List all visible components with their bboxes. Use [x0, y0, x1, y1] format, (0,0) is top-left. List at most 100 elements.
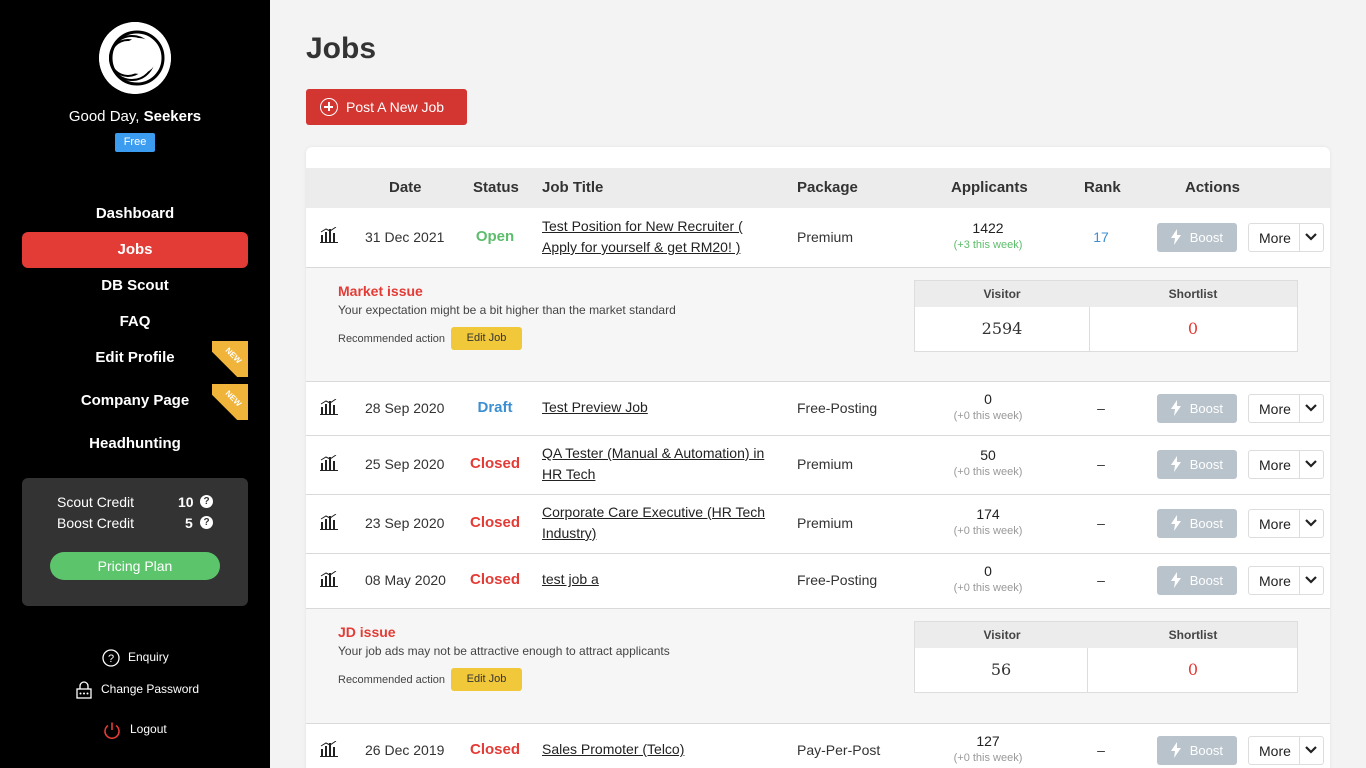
nav-jobs[interactable]: Jobs	[22, 232, 248, 268]
jd-issue-panel: JD issue Your job ads may not be attract…	[306, 609, 1330, 724]
post-new-job-button[interactable]: Post A New Job	[306, 89, 467, 125]
boost-label: Boost	[1189, 743, 1223, 758]
lightning-icon	[1171, 515, 1181, 531]
boost-button[interactable]: Boost	[1157, 566, 1237, 595]
boost-credit-label: Boost Credit	[57, 515, 135, 531]
chevron-down-icon	[1305, 460, 1317, 468]
greeting: Good Day, Seekers	[0, 108, 270, 125]
boost-button[interactable]: Boost	[1157, 509, 1237, 538]
svg-text:?: ?	[108, 653, 114, 665]
boost-button[interactable]: Boost	[1157, 736, 1237, 765]
plus-circle-icon	[320, 98, 338, 116]
job-date: 28 Sep 2020	[365, 400, 445, 416]
job-title-link[interactable]: QA Tester (Manual & Automation) in HR Te…	[542, 443, 778, 485]
more-dropdown[interactable]: More	[1248, 736, 1324, 765]
job-rank: –	[1097, 572, 1105, 588]
nav-db-scout[interactable]: DB Scout	[22, 268, 248, 304]
more-dropdown[interactable]: More	[1248, 394, 1324, 423]
job-rank: –	[1097, 400, 1105, 416]
job-package: Pay-Per-Post	[797, 742, 881, 758]
page-title: Jobs	[306, 32, 377, 65]
job-applicants: 174 (+0 this week)	[928, 506, 1048, 537]
applicants-week: (+3 this week)	[953, 239, 1023, 251]
pricing-plan-button[interactable]: Pricing Plan	[50, 552, 220, 580]
job-date: 23 Sep 2020	[365, 515, 445, 531]
boost-button[interactable]: Boost	[1157, 223, 1237, 252]
recommended-action-label: Recommended action	[338, 674, 446, 686]
lightning-icon	[1171, 456, 1181, 472]
more-label: More	[1259, 457, 1291, 473]
job-title-link[interactable]: Corporate Care Executive (HR Tech Indust…	[542, 502, 778, 544]
job-status: Closed	[469, 455, 520, 472]
chevron-down-icon	[1305, 746, 1317, 754]
chart-icon[interactable]	[320, 399, 338, 415]
visitor-count: 56	[990, 660, 1012, 679]
scout-credit-label: Scout Credit	[57, 494, 135, 510]
boost-credit-value: 5	[185, 515, 193, 531]
job-title-link[interactable]: Sales Promoter (Telco)	[542, 739, 778, 760]
job-rank[interactable]: 17	[1071, 229, 1131, 245]
more-dropdown[interactable]: More	[1248, 223, 1324, 252]
job-applicants: 50 (+0 this week)	[928, 447, 1048, 478]
header-job-title: Job Title	[542, 179, 604, 196]
table-row: 25 Sep 2020 Closed QA Tester (Manual & A…	[306, 436, 1330, 495]
nav-faq[interactable]: FAQ	[22, 304, 248, 340]
job-date: 31 Dec 2021	[365, 229, 445, 245]
job-rank: –	[1097, 456, 1105, 472]
help-icon[interactable]: ?	[200, 516, 213, 529]
job-applicants: 0 (+0 this week)	[928, 563, 1048, 594]
plan-badge: Free	[115, 133, 155, 152]
boost-button[interactable]: Boost	[1157, 394, 1237, 423]
chart-icon[interactable]	[320, 227, 338, 243]
help-icon[interactable]: ?	[200, 495, 213, 508]
chart-icon[interactable]	[320, 571, 338, 587]
lightning-icon	[1171, 742, 1181, 758]
more-dropdown[interactable]: More	[1248, 509, 1324, 538]
sidebar: Good Day, Seekers Free Dashboard Jobs DB…	[0, 0, 270, 768]
nav-company-page[interactable]: Company Page NEW	[22, 383, 248, 420]
boost-label: Boost	[1189, 457, 1223, 472]
chart-icon[interactable]	[320, 514, 338, 530]
shortlist-header: Shortlist	[1168, 628, 1218, 642]
issue-description: Your expectation might be a bit higher t…	[338, 303, 676, 317]
more-label: More	[1259, 401, 1291, 417]
shortlist-header: Shortlist	[1168, 287, 1218, 301]
market-issue-panel: Market issue Your expectation might be a…	[306, 268, 1330, 382]
boost-label: Boost	[1189, 516, 1223, 531]
post-new-job-label: Post A New Job	[346, 99, 445, 115]
applicants-count: 1422	[972, 220, 1004, 236]
applicants-week: (+0 this week)	[953, 525, 1023, 537]
boost-button[interactable]: Boost	[1157, 450, 1237, 479]
job-title-link[interactable]: Test Preview Job	[542, 397, 778, 418]
new-badge: NEW	[212, 384, 248, 420]
header-status: Status	[473, 179, 519, 196]
nav-dashboard[interactable]: Dashboard	[22, 196, 248, 232]
chevron-down-icon	[1305, 404, 1317, 412]
edit-job-button[interactable]: Edit Job	[451, 327, 522, 350]
chart-icon[interactable]	[320, 455, 338, 471]
table-row: 31 Dec 2021 Open Test Position for New R…	[306, 208, 1330, 268]
change-password-label: Change Password	[101, 682, 200, 696]
job-status: Draft	[477, 399, 513, 416]
job-applicants: 1422 (+3 this week)	[928, 220, 1048, 251]
job-status: Closed	[469, 514, 520, 531]
job-title-link[interactable]: test job a	[542, 569, 778, 590]
header-date: Date	[389, 179, 422, 196]
boost-label: Boost	[1189, 573, 1223, 588]
more-dropdown[interactable]: More	[1248, 566, 1324, 595]
chart-icon[interactable]	[320, 741, 338, 757]
job-title-link[interactable]: Test Position for New Recruiter ( Apply …	[542, 216, 778, 258]
header-actions: Actions	[1185, 179, 1241, 196]
job-status: Open	[475, 228, 515, 245]
more-label: More	[1259, 573, 1291, 589]
more-label: More	[1259, 516, 1291, 532]
nav-edit-profile[interactable]: Edit Profile NEW	[22, 340, 248, 377]
nav-headhunting[interactable]: Headhunting	[22, 426, 248, 462]
job-rank: –	[1097, 742, 1105, 758]
more-dropdown[interactable]: More	[1248, 450, 1324, 479]
job-date: 25 Sep 2020	[365, 456, 445, 472]
nav-company-page-label: Company Page	[80, 392, 190, 409]
job-status: Closed	[469, 741, 520, 758]
edit-job-button[interactable]: Edit Job	[451, 668, 522, 691]
applicants-count: 0	[984, 391, 992, 407]
